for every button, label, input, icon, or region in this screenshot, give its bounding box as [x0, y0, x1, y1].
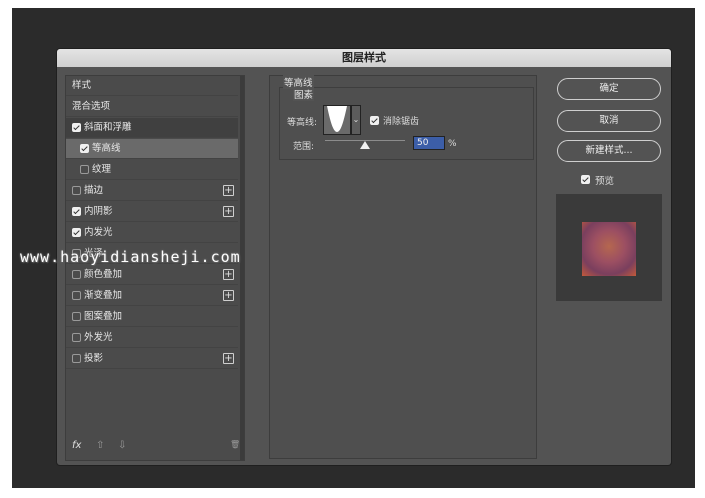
inner-glow-checkbox[interactable]	[72, 228, 81, 237]
list-item-label: 颜色叠加	[84, 269, 123, 280]
list-scrollbar[interactable]	[240, 76, 244, 460]
range-label: 范围:	[293, 142, 315, 152]
list-item-texture[interactable]: 纹理	[66, 160, 238, 180]
list-item-color-overlay[interactable]: 颜色叠加 +	[66, 265, 238, 285]
list-item-label: 样式	[72, 80, 92, 91]
new-style-button[interactable]: 新建样式...	[557, 140, 661, 162]
list-item-bevel-emboss[interactable]: 斜面和浮雕	[66, 118, 238, 138]
ok-button[interactable]: 确定	[557, 78, 661, 100]
texture-checkbox[interactable]	[80, 165, 89, 174]
range-unit: %	[448, 139, 457, 149]
drop-shadow-checkbox[interactable]	[72, 354, 81, 363]
list-item-label: 描边	[84, 185, 104, 196]
contour-dropdown-icon[interactable]: ⌄	[351, 105, 361, 135]
list-item-drop-shadow[interactable]: 投影 +	[66, 349, 238, 369]
add-color-overlay-icon[interactable]: +	[223, 269, 234, 280]
list-item-gradient-overlay[interactable]: 渐变叠加 +	[66, 286, 238, 306]
preview-checkbox[interactable]	[581, 175, 590, 184]
group-title: 图素	[293, 87, 315, 101]
preview-label: 预览	[595, 176, 615, 187]
range-slider-thumb[interactable]	[360, 141, 370, 149]
styles-list: 样式 混合选项 斜面和浮雕 等高线 纹理 描边 + 内阴影 + 内发光 光泽 颜…	[65, 75, 245, 461]
move-down-icon[interactable]: ⇩	[118, 440, 126, 451]
list-item-stroke[interactable]: 描边 +	[66, 181, 238, 201]
trash-icon[interactable]: 🗑	[230, 440, 240, 449]
add-drop-shadow-icon[interactable]: +	[223, 353, 234, 364]
list-item-label: 等高线	[92, 143, 121, 154]
list-item-label: 外发光	[84, 332, 113, 343]
add-stroke-icon[interactable]: +	[223, 185, 234, 196]
anti-alias-label: 消除锯齿	[383, 117, 420, 127]
contour-checkbox[interactable]	[80, 144, 89, 153]
list-item-outer-glow[interactable]: 外发光	[66, 328, 238, 348]
contour-preview[interactable]	[323, 105, 351, 135]
style-preview	[556, 194, 662, 301]
list-item-label: 纹理	[92, 164, 112, 175]
fx-icon[interactable]: fx	[72, 440, 81, 451]
list-item-label: 内发光	[84, 227, 113, 238]
contour-label: 等高线:	[287, 118, 318, 128]
dialog-title: 图层样式	[57, 49, 671, 67]
list-item-pattern-overlay[interactable]: 图案叠加	[66, 307, 238, 327]
list-footer: fx ⇧ ⇩ 🗑	[66, 432, 240, 460]
cancel-button[interactable]: 取消	[557, 110, 661, 132]
color-overlay-checkbox[interactable]	[72, 270, 81, 279]
list-item-inner-shadow[interactable]: 内阴影 +	[66, 202, 238, 222]
watermark-text: www.haoyidiansheji.com	[20, 248, 241, 266]
list-item-label: 斜面和浮雕	[84, 122, 132, 133]
list-item-inner-glow[interactable]: 内发光	[66, 223, 238, 243]
stroke-checkbox[interactable]	[72, 186, 81, 195]
list-item-label: 渐变叠加	[84, 290, 123, 301]
list-item-label: 图案叠加	[84, 311, 123, 322]
list-item-styles[interactable]: 样式	[66, 76, 238, 96]
pattern-overlay-checkbox[interactable]	[72, 312, 81, 321]
range-input[interactable]: 50	[413, 136, 445, 150]
move-up-icon[interactable]: ⇧	[96, 440, 104, 451]
list-item-contour[interactable]: 等高线	[66, 139, 238, 159]
contour-curve-icon	[324, 106, 350, 134]
outer-glow-checkbox[interactable]	[72, 333, 81, 342]
bevel-emboss-checkbox[interactable]	[72, 123, 81, 132]
list-item-label: 内阴影	[84, 206, 113, 217]
add-gradient-overlay-icon[interactable]: +	[223, 290, 234, 301]
preview-thumbnail	[582, 222, 636, 276]
list-item-label: 投影	[84, 353, 104, 364]
app-background: 图层样式 样式 混合选项 斜面和浮雕 等高线 纹理 描边 + 内阴影 + 内发光…	[12, 8, 695, 488]
gradient-overlay-checkbox[interactable]	[72, 291, 81, 300]
add-inner-shadow-icon[interactable]: +	[223, 206, 234, 217]
list-item-blending-options[interactable]: 混合选项	[66, 97, 238, 117]
list-item-label: 混合选项	[72, 101, 111, 112]
anti-alias-checkbox[interactable]	[370, 116, 379, 125]
inner-shadow-checkbox[interactable]	[72, 207, 81, 216]
